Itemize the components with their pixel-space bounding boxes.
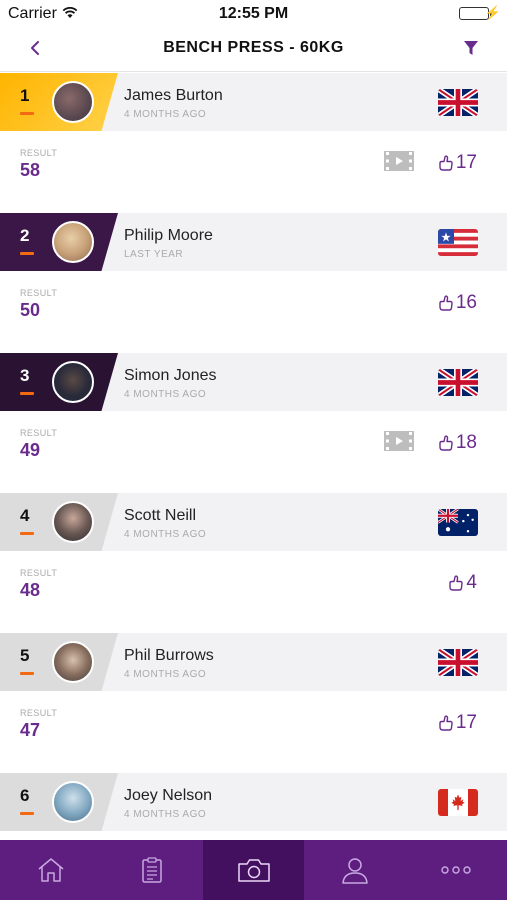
avatar[interactable] xyxy=(52,221,94,263)
athlete-row[interactable]: 4 Scott Neill 4 MONTHS AGO xyxy=(0,493,507,551)
rank-change-indicator xyxy=(20,672,34,675)
result-row: RESULT 48 4 xyxy=(0,551,507,633)
au-flag-icon xyxy=(438,509,478,536)
athlete-row[interactable]: 3 Simon Jones 4 MONTHS AGO xyxy=(0,353,507,411)
thumbs-up-icon xyxy=(439,155,453,171)
tab-more[interactable] xyxy=(406,840,507,900)
rank-number: 6 xyxy=(20,786,30,805)
like-button[interactable]: 17 xyxy=(438,152,477,174)
athlete-row[interactable]: 1 James Burton 4 MONTHS AGO xyxy=(0,73,507,131)
result-label: RESULT xyxy=(20,148,58,158)
home-icon xyxy=(38,858,64,882)
page-title: BENCH PRESS - 60KG xyxy=(163,39,344,56)
like-button[interactable]: 16 xyxy=(438,292,477,314)
like-count: 4 xyxy=(466,572,477,593)
us-flag-icon xyxy=(438,229,478,256)
athlete-name[interactable]: Simon Jones xyxy=(124,367,217,385)
result-row: RESULT 50 16 xyxy=(0,271,507,353)
result-label: RESULT xyxy=(20,288,58,298)
athlete-date: 4 MONTHS AGO xyxy=(124,669,207,680)
rank-number: 2 xyxy=(20,226,30,245)
thumbs-up-icon xyxy=(439,435,453,451)
result-row: RESULT 58 17 xyxy=(0,131,507,213)
tab-workouts[interactable] xyxy=(101,840,202,900)
result-value: 58 xyxy=(20,160,41,180)
rank-change-indicator xyxy=(20,532,34,535)
rank-number: 4 xyxy=(20,506,30,525)
result-row: RESULT 49 18 xyxy=(0,411,507,493)
video-icon[interactable] xyxy=(384,431,414,451)
athlete-date: 4 MONTHS AGO xyxy=(124,109,207,120)
rank-number: 1 xyxy=(20,86,30,105)
nav-bar: BENCH PRESS - 60KG xyxy=(0,26,507,72)
avatar[interactable] xyxy=(52,641,94,683)
result-value: 49 xyxy=(20,440,41,460)
status-bar: Carrier 12:55 PM ⚡ xyxy=(0,0,507,26)
tab-bar xyxy=(0,840,507,900)
ca-flag-icon xyxy=(438,789,478,816)
thumbs-up-icon xyxy=(449,575,464,591)
rank-change-indicator xyxy=(20,252,34,255)
athlete-row[interactable]: 6 Joey Nelson 4 MONTHS AGO xyxy=(0,773,507,831)
leaderboard-list[interactable]: 1 James Burton 4 MONTHS AGO RESULT 58 17… xyxy=(0,73,507,840)
video-icon[interactable] xyxy=(384,151,414,171)
like-count: 17 xyxy=(455,152,477,173)
athlete-date: 4 MONTHS AGO xyxy=(124,389,207,400)
like-button[interactable]: 18 xyxy=(438,432,477,454)
uk-flag-icon xyxy=(438,89,478,116)
result-value: 48 xyxy=(20,580,41,600)
result-label: RESULT xyxy=(20,568,58,578)
camera-icon xyxy=(237,859,270,882)
thumbs-up-icon xyxy=(439,715,453,731)
leaderboard-entry[interactable]: 4 Scott Neill 4 MONTHS AGO RESULT 48 4 xyxy=(0,493,507,633)
leaderboard-entry[interactable]: 6 Joey Nelson 4 MONTHS AGO xyxy=(0,773,507,840)
tab-camera[interactable] xyxy=(202,840,305,900)
clipboard-icon xyxy=(142,857,162,883)
like-count: 16 xyxy=(455,292,477,313)
avatar[interactable] xyxy=(52,501,94,543)
uk-flag-icon xyxy=(438,649,478,676)
leaderboard-entry[interactable]: 3 Simon Jones 4 MONTHS AGO RESULT 49 18 xyxy=(0,353,507,493)
result-label: RESULT xyxy=(20,708,58,718)
athlete-row[interactable]: 5 Phil Burrows 4 MONTHS AGO xyxy=(0,633,507,691)
avatar[interactable] xyxy=(52,81,94,123)
like-count: 17 xyxy=(455,712,477,733)
result-value: 47 xyxy=(20,720,41,740)
result-row: RESULT 47 17 xyxy=(0,691,507,773)
like-count: 18 xyxy=(455,432,477,453)
athlete-row[interactable]: 2 Philip Moore LAST YEAR xyxy=(0,213,507,271)
leaderboard-entry[interactable]: 2 Philip Moore LAST YEAR RESULT 50 16 xyxy=(0,213,507,353)
leaderboard-entry[interactable]: 5 Phil Burrows 4 MONTHS AGO RESULT 47 17 xyxy=(0,633,507,773)
tab-home[interactable] xyxy=(0,840,101,900)
avatar[interactable] xyxy=(52,781,94,823)
athlete-name[interactable]: Philip Moore xyxy=(124,227,213,245)
thumbs-up-icon xyxy=(439,295,453,311)
like-button[interactable]: 4 xyxy=(448,572,477,594)
like-button[interactable]: 17 xyxy=(438,712,477,734)
result-value: 50 xyxy=(20,300,41,320)
result-label: RESULT xyxy=(20,428,58,438)
charging-icon: ⚡ xyxy=(484,5,501,20)
rank-change-indicator xyxy=(20,112,34,115)
athlete-name[interactable]: James Burton xyxy=(124,87,223,105)
avatar[interactable] xyxy=(52,361,94,403)
rank-change-indicator xyxy=(20,392,34,395)
athlete-name[interactable]: Scott Neill xyxy=(124,507,196,525)
athlete-name[interactable]: Joey Nelson xyxy=(124,787,212,805)
uk-flag-icon xyxy=(438,369,478,396)
athlete-date: LAST YEAR xyxy=(124,249,184,260)
athlete-date: 4 MONTHS AGO xyxy=(124,529,207,540)
profile-icon xyxy=(342,858,368,884)
filter-icon[interactable] xyxy=(461,38,481,58)
leaderboard-entry[interactable]: 1 James Burton 4 MONTHS AGO RESULT 58 17 xyxy=(0,73,507,213)
rank-change-indicator xyxy=(20,812,34,815)
tab-profile[interactable] xyxy=(304,840,405,900)
clock: 12:55 PM xyxy=(218,5,289,22)
rank-number: 5 xyxy=(20,646,30,665)
rank-number: 3 xyxy=(20,366,30,385)
athlete-date: 4 MONTHS AGO xyxy=(124,809,207,820)
athlete-name[interactable]: Phil Burrows xyxy=(124,647,214,665)
more-icon xyxy=(441,866,472,874)
